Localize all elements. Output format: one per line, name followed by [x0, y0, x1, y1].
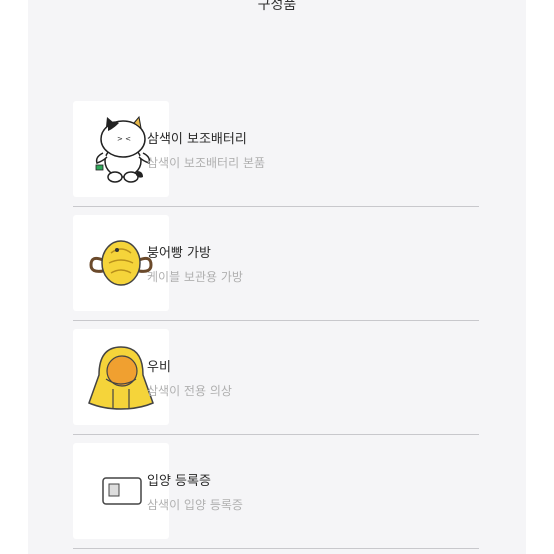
item-name: 삼색이 보조배터리 — [147, 132, 247, 147]
calico-cat-battery-icon: > < — [73, 101, 169, 197]
svg-text:> <: > < — [117, 135, 131, 143]
divider — [73, 434, 479, 435]
divider — [73, 206, 479, 207]
item-desc: 삼색이 입양 등록증 — [147, 498, 243, 512]
item-desc: 삼색이 전용 의상 — [147, 384, 232, 398]
item-name: 입양 등록증 — [147, 474, 211, 489]
section-title: 구성품 — [257, 0, 297, 13]
id-card-icon — [73, 443, 169, 539]
divider — [73, 548, 479, 549]
item-desc: 삼색이 보조배터리 본품 — [147, 156, 266, 170]
item-name: 붕어빵 가방 — [147, 246, 211, 261]
item-name: 우비 — [147, 360, 171, 375]
fish-bread-bag-icon — [73, 215, 169, 311]
divider — [73, 320, 479, 321]
item-desc: 케이블 보관용 가방 — [147, 270, 243, 284]
raincoat-icon — [73, 329, 169, 425]
